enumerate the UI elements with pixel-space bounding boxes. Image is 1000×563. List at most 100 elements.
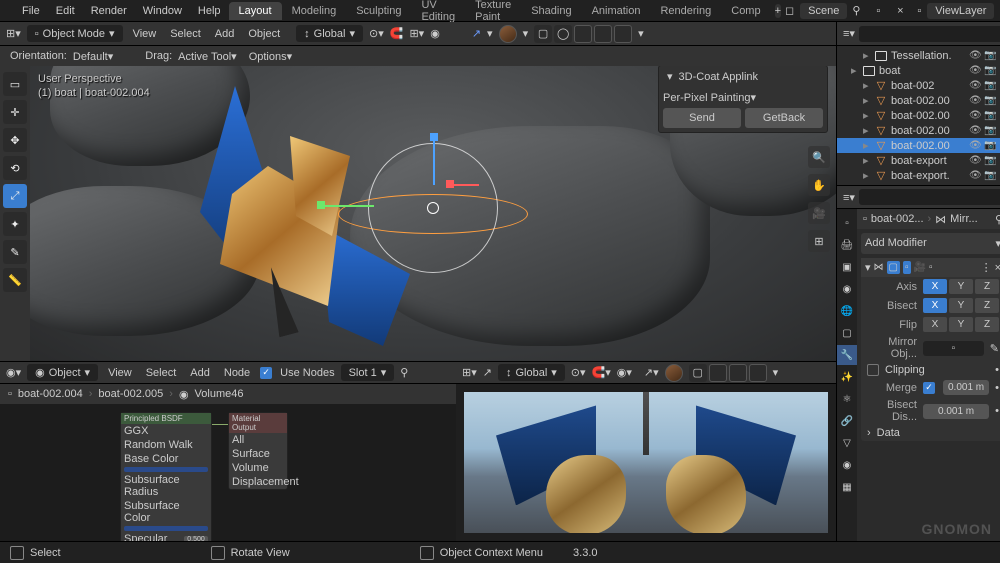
- bisect-z-toggle[interactable]: Z: [975, 298, 999, 313]
- node-graph-canvas[interactable]: Principled BSDF GGX Random Walk Base Col…: [0, 404, 456, 541]
- overlay-dropdown-icon[interactable]: ▾: [523, 27, 529, 40]
- proportional-edit-icon[interactable]: ◉: [430, 27, 440, 40]
- drag-action-dropdown[interactable]: Active Tool▾: [178, 50, 237, 63]
- camera-icon[interactable]: 📷: [984, 170, 996, 181]
- material-slot-dropdown[interactable]: Slot 1▾: [341, 364, 395, 381]
- tool-select-box[interactable]: ▭: [3, 72, 27, 96]
- new-scene-icon[interactable]: ▫: [869, 2, 887, 20]
- breadcrumb-item[interactable]: boat-002.004: [18, 388, 83, 400]
- viewport-menu-view[interactable]: View: [129, 28, 161, 40]
- shading-wireframe-icon[interactable]: ◯: [554, 25, 572, 43]
- camera-icon[interactable]: 📷: [984, 110, 996, 121]
- tool-cursor[interactable]: ✛: [3, 100, 27, 124]
- modifier-close-icon[interactable]: ×: [995, 262, 1000, 274]
- expand-icon[interactable]: ▾: [865, 261, 871, 274]
- visibility-icon[interactable]: 👁: [969, 50, 981, 61]
- node-connection[interactable]: [212, 424, 228, 425]
- applink-panel-header[interactable]: ▾3D-Coat Applink: [659, 66, 827, 87]
- axis-y-toggle[interactable]: Y: [949, 279, 973, 294]
- prop-tab-physics[interactable]: ⚛: [837, 389, 857, 409]
- shading-dropdown-icon[interactable]: ▾: [773, 366, 779, 379]
- shading-rendered-icon[interactable]: [614, 25, 632, 43]
- visibility-icon[interactable]: 👁: [969, 110, 981, 121]
- zoom-icon[interactable]: 🔍: [808, 146, 830, 168]
- perspective-toggle-icon[interactable]: ⊞: [808, 230, 830, 252]
- applink-mode-dropdown[interactable]: Per-Pixel Painting▾: [663, 91, 823, 104]
- display-edit-icon[interactable]: ▢: [887, 261, 900, 274]
- outliner-row[interactable]: ▸▽boat-export.👁📷: [837, 168, 1000, 183]
- outliner-row[interactable]: ▸▽boat-002.00👁📷: [837, 93, 1000, 108]
- visibility-icon[interactable]: 👁: [969, 65, 981, 76]
- data-subpanel-header[interactable]: ›Data: [861, 425, 1000, 441]
- prop-tab-output[interactable]: 🖨: [837, 235, 857, 255]
- tool-measure[interactable]: 📏: [3, 268, 27, 292]
- gizmo-y-axis[interactable]: [320, 205, 374, 207]
- applink-send-button[interactable]: Send: [663, 108, 741, 128]
- menu-window[interactable]: Window: [135, 5, 190, 17]
- prop-tab-viewlayer[interactable]: ▣: [837, 257, 857, 277]
- proportional-icon[interactable]: ◉▾: [617, 366, 632, 379]
- tool-rotate[interactable]: ⟲: [3, 156, 27, 180]
- gizmo-origin[interactable]: [427, 202, 439, 214]
- display-render-icon[interactable]: 🎥: [914, 262, 926, 273]
- shading-icon[interactable]: [665, 364, 683, 382]
- workspace-tab-sculpting[interactable]: Sculpting: [346, 2, 411, 20]
- xray-icon[interactable]: ▢: [534, 25, 552, 43]
- prop-tab-material[interactable]: ◉: [837, 455, 857, 475]
- preview-render[interactable]: [464, 392, 828, 533]
- merge-distance-field[interactable]: 0.001 m: [943, 380, 989, 395]
- outliner-type-icon[interactable]: ≡▾: [843, 27, 855, 40]
- node-menu-select[interactable]: Select: [142, 367, 181, 379]
- pivot-icon[interactable]: ⊙▾: [369, 27, 384, 40]
- menu-file[interactable]: File: [14, 5, 48, 17]
- workspace-tab-modeling[interactable]: Modeling: [282, 2, 347, 20]
- bisect-distance-field[interactable]: 0.001 m: [923, 404, 989, 419]
- camera-icon[interactable]: 📷: [984, 65, 996, 76]
- camera-icon[interactable]: 📷: [984, 80, 996, 91]
- pivot-icon[interactable]: ⊙▾: [571, 366, 586, 379]
- visibility-icon[interactable]: 👁: [969, 170, 981, 181]
- snap-type-icon[interactable]: ⊞▾: [409, 27, 424, 40]
- breadcrumb-item[interactable]: boat-002.005: [98, 388, 163, 400]
- viewlayer-selector[interactable]: ViewLayer: [927, 3, 994, 19]
- orientation-dropdown[interactable]: Default▾: [73, 50, 113, 63]
- node-principled-bsdf[interactable]: Principled BSDF GGX Random Walk Base Col…: [120, 412, 212, 541]
- bisect-y-toggle[interactable]: Y: [949, 298, 973, 313]
- viewport-menu-select[interactable]: Select: [166, 28, 205, 40]
- scene-selector[interactable]: Scene: [800, 3, 847, 19]
- workspace-tab-layout[interactable]: Layout: [229, 2, 282, 20]
- camera-icon[interactable]: 📷: [984, 125, 996, 136]
- workspace-tab-compositing[interactable]: Comp: [721, 2, 770, 20]
- prop-tab-mesh[interactable]: ▽: [837, 433, 857, 453]
- xray-icon[interactable]: ▢: [689, 364, 707, 382]
- flip-z-toggle[interactable]: Z: [975, 317, 999, 332]
- outliner-row[interactable]: ▸boat👁📷: [837, 63, 1000, 78]
- editor-type-icon[interactable]: ⊞▾: [462, 366, 477, 379]
- transform-orientation-dropdown[interactable]: ↕Global▾: [296, 25, 363, 42]
- gizmo-z-axis[interactable]: [433, 137, 435, 185]
- prop-tab-texture[interactable]: ▦: [837, 477, 857, 497]
- prop-tab-constraints[interactable]: 🔗: [837, 411, 857, 431]
- outliner-search-input[interactable]: [859, 26, 1000, 42]
- prop-tab-object[interactable]: ▢: [837, 323, 857, 343]
- tool-annotate[interactable]: ✎: [3, 240, 27, 264]
- shading-matprev-icon[interactable]: [594, 25, 612, 43]
- axis-x-toggle[interactable]: X: [923, 279, 947, 294]
- outliner-row[interactable]: ▸▽boat-002👁📷: [837, 78, 1000, 93]
- flip-y-toggle[interactable]: Y: [949, 317, 973, 332]
- menu-render[interactable]: Render: [83, 5, 135, 17]
- tool-transform[interactable]: ✦: [3, 212, 27, 236]
- bisect-x-toggle[interactable]: X: [923, 298, 947, 313]
- applink-getback-button[interactable]: GetBack: [745, 108, 823, 128]
- snap-icon[interactable]: 🧲: [390, 27, 404, 40]
- node-material-output[interactable]: Material Output All Surface Volume Displ…: [228, 412, 288, 490]
- gizmo-toggle-icon[interactable]: ↗: [483, 366, 492, 379]
- visibility-icon[interactable]: 👁: [969, 125, 981, 136]
- modifier-extras-icon[interactable]: ⋮: [981, 261, 992, 274]
- eyedropper-icon[interactable]: ✎: [990, 342, 999, 355]
- camera-view-icon[interactable]: 🎥: [808, 202, 830, 224]
- camera-icon[interactable]: 📷: [984, 95, 996, 106]
- tool-scale[interactable]: ⤢: [3, 184, 27, 208]
- show-gizmo-icon[interactable]: ↗▾: [644, 366, 659, 379]
- viewport-menu-object[interactable]: Object: [244, 28, 284, 40]
